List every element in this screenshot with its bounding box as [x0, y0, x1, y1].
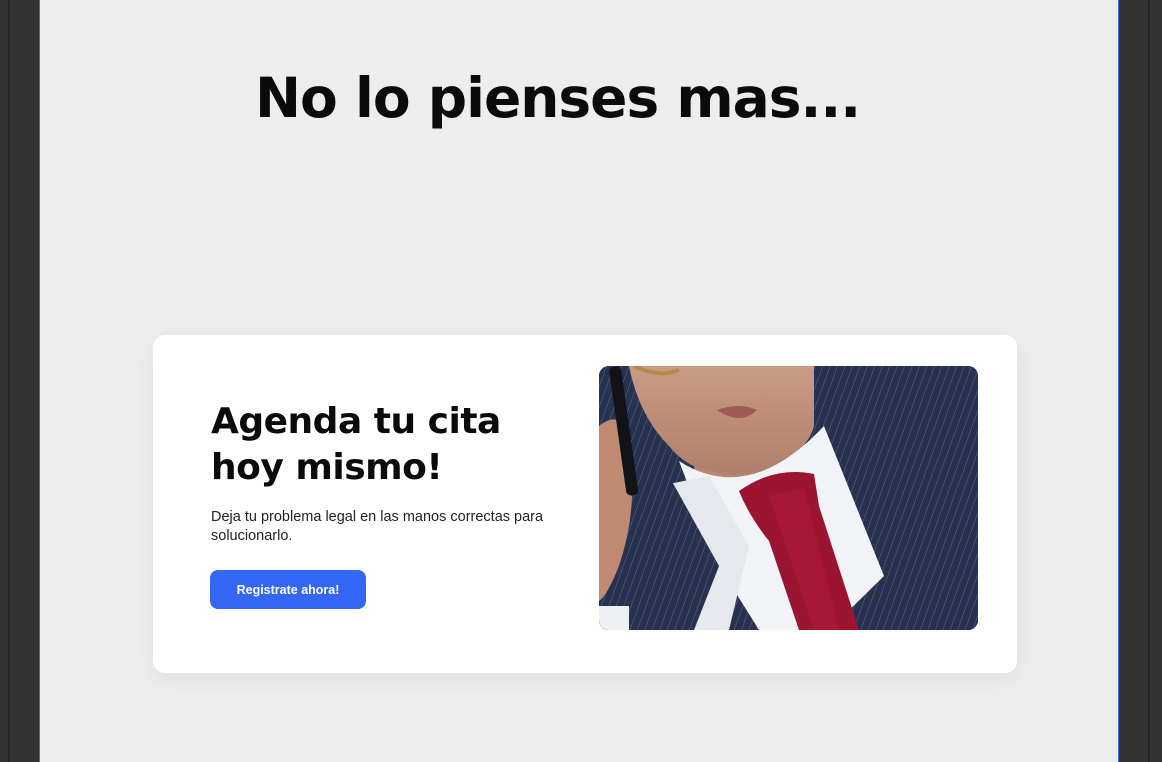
page-headline: No lo pienses mas...: [255, 66, 861, 130]
appointment-card: Agenda tu cita hoy mismo! Deja tu proble…: [153, 335, 1017, 673]
editor-right-rail: [1148, 0, 1150, 762]
card-title-line-1: Agenda tu cita: [211, 401, 501, 442]
card-description: Deja tu problema legal en las manos corr…: [211, 509, 544, 544]
editor-left-rail: [8, 0, 10, 762]
card-title: Agenda tu cita hoy mismo!: [211, 399, 541, 491]
page-canvas: No lo pienses mas... Agenda tu cita hoy …: [39, 0, 1119, 762]
photo-illustration: [599, 366, 978, 630]
editor-right-panel: [1118, 0, 1162, 762]
businessman-on-phone-photo: [599, 366, 978, 630]
editor-left-panel: [0, 0, 40, 762]
card-title-line-2: hoy mismo!: [211, 447, 443, 488]
register-button[interactable]: Registrate ahora!: [210, 570, 366, 609]
